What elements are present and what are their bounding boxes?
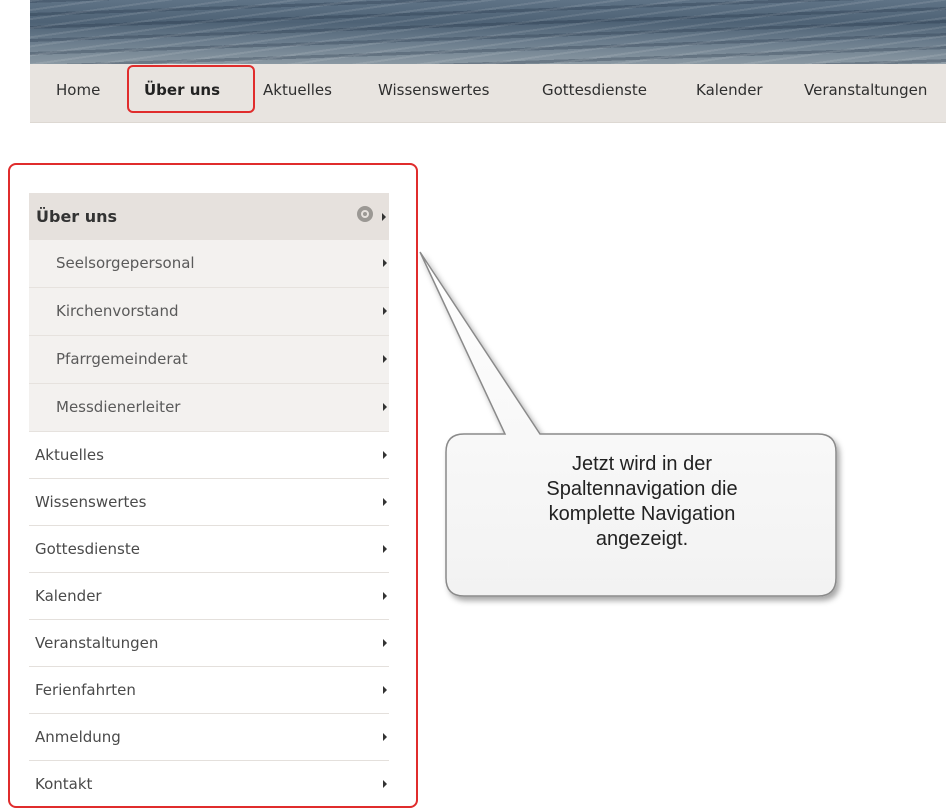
arrow-right-icon	[383, 355, 387, 363]
sidenav-item-label: Anmeldung	[35, 728, 121, 746]
sidenav-subitem-kirchenvorstand[interactable]: Kirchenvorstand	[29, 288, 389, 336]
topnav-item-aktuelles[interactable]: Aktuelles	[263, 81, 332, 99]
sidenav-item-ferienfahrten[interactable]: Ferienfahrten	[29, 667, 389, 714]
sidenav-item-label: Ferienfahrten	[35, 681, 136, 699]
topnav-item-veranstaltungen[interactable]: Veranstaltungen	[804, 81, 927, 99]
sidenav-subitem-label: Pfarrgemeinderat	[56, 350, 188, 368]
sidenav-item-aktuelles[interactable]: Aktuelles	[29, 432, 389, 479]
arrow-right-icon	[383, 545, 387, 553]
sidenav-item-label: Wissenswertes	[35, 493, 147, 511]
callout-text: Jetzt wird in der Spaltennavigation die …	[452, 452, 832, 552]
sidenav-item-veranstaltungen[interactable]: Veranstaltungen	[29, 620, 389, 667]
arrow-right-icon	[383, 592, 387, 600]
arrow-right-icon	[383, 403, 387, 411]
callout-line: Jetzt wird in der	[571, 453, 713, 475]
callout-line: angezeigt.	[595, 528, 689, 550]
callout-line: Spaltennavigation die	[546, 478, 738, 500]
sidenav-header-ueber-uns[interactable]: Über uns	[29, 193, 389, 240]
sidenav-subitem-messdienerleiter[interactable]: Messdienerleiter	[29, 384, 389, 432]
topnav-item-home[interactable]: Home	[56, 81, 100, 99]
sidenav-item-wissenswertes[interactable]: Wissenswertes	[29, 479, 389, 526]
topnav-item-wissenswertes[interactable]: Wissenswertes	[378, 81, 489, 99]
sidenav-item-label: Veranstaltungen	[35, 634, 159, 652]
sidenav-subitem-label: Kirchenvorstand	[56, 302, 179, 320]
arrow-right-icon	[383, 259, 387, 267]
column-navigation: Über uns Seelsorgepersonal Kirchenvorsta…	[29, 193, 389, 808]
topnav-item-ueber-uns[interactable]: Über uns	[144, 81, 220, 99]
sidenav-subitem-pfarrgemeinderat[interactable]: Pfarrgemeinderat	[29, 336, 389, 384]
header-banner-image	[30, 0, 946, 64]
sidenav-item-label: Gottesdienste	[35, 540, 140, 558]
sidenav-subitem-label: Messdienerleiter	[56, 398, 181, 416]
arrow-right-icon	[383, 686, 387, 694]
arrow-right-icon	[383, 639, 387, 647]
arrow-right-icon	[383, 451, 387, 459]
arrow-right-icon	[383, 498, 387, 506]
topnav-item-gottesdienste[interactable]: Gottesdienste	[542, 81, 647, 99]
sidenav-item-label: Kontakt	[35, 775, 93, 793]
sidenav-subitem-label: Seelsorgepersonal	[56, 254, 195, 272]
current-page-marker-icon	[357, 206, 373, 222]
sidenav-item-kontakt[interactable]: Kontakt	[29, 761, 389, 808]
arrow-right-icon	[383, 780, 387, 788]
topnav-item-kalender[interactable]: Kalender	[696, 81, 763, 99]
sidenav-header-label: Über uns	[36, 207, 118, 226]
top-navigation: Home Über uns Aktuelles Wissenswertes Go…	[30, 64, 946, 123]
arrow-right-icon	[383, 733, 387, 741]
sidenav-item-label: Kalender	[35, 587, 102, 605]
arrow-right-icon	[383, 307, 387, 315]
sidenav-subitem-seelsorgepersonal[interactable]: Seelsorgepersonal	[29, 240, 389, 288]
sidenav-item-label: Aktuelles	[35, 446, 104, 464]
sidenav-item-anmeldung[interactable]: Anmeldung	[29, 714, 389, 761]
sidenav-item-gottesdienste[interactable]: Gottesdienste	[29, 526, 389, 573]
sidenav-item-kalender[interactable]: Kalender	[29, 573, 389, 620]
arrow-right-icon	[382, 213, 386, 221]
callout-line: komplette Navigation	[548, 503, 736, 525]
